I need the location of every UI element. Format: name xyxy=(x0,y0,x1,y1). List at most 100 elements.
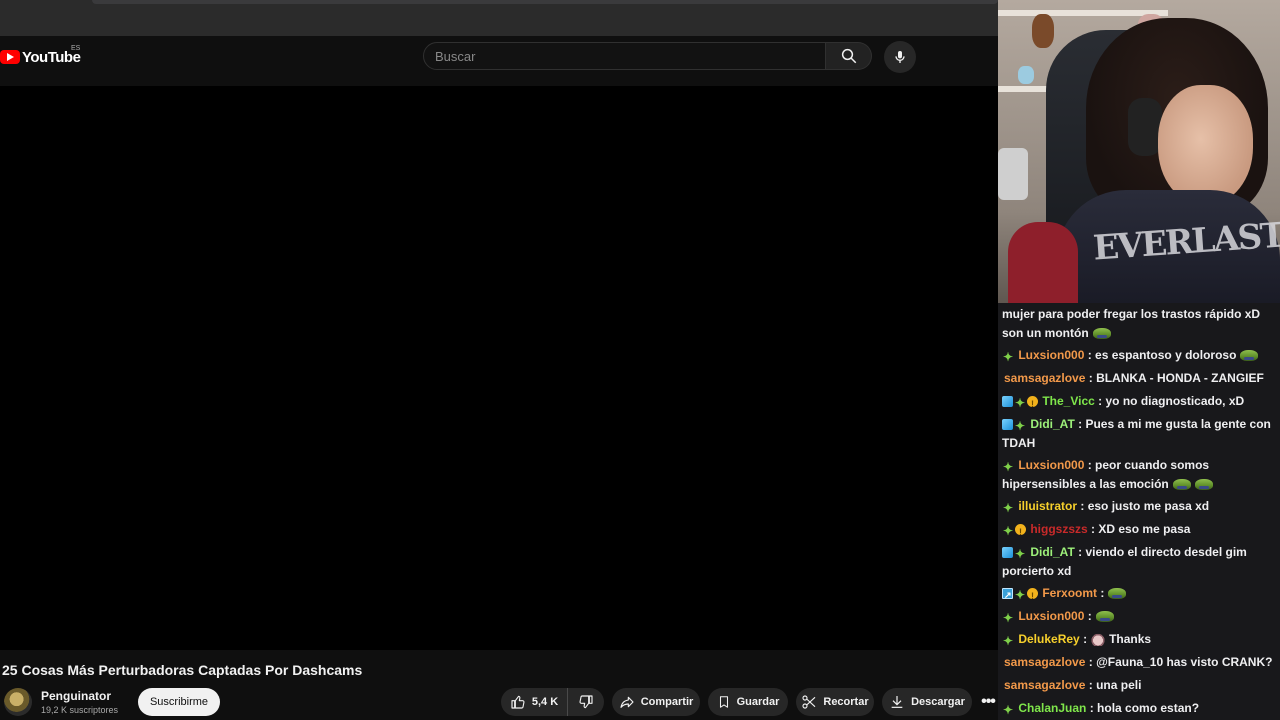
cube-badge-icon xyxy=(1002,419,1013,430)
chat-username[interactable]: samsagazlove xyxy=(1004,371,1085,385)
streamer-face xyxy=(1158,85,1253,205)
star-badge-icon xyxy=(1002,635,1014,647)
chat-username[interactable]: Luxsion000 xyxy=(1018,458,1084,472)
frog-emote-icon xyxy=(1095,611,1114,622)
search-icon xyxy=(841,48,856,64)
chat-username[interactable]: Didi_AT xyxy=(1030,545,1074,559)
coin-badge-icon xyxy=(1015,523,1026,542)
download-icon xyxy=(891,696,903,708)
youtube-play-icon xyxy=(0,50,20,64)
channel-avatar[interactable] xyxy=(4,688,32,716)
cube-badge-icon xyxy=(1002,396,1013,407)
like-count: 5,4 K xyxy=(531,696,559,708)
download-button[interactable]: Descargar xyxy=(882,688,972,716)
chat-username[interactable]: Luxsion000 xyxy=(1018,609,1084,623)
chat-text: : hola como estan? xyxy=(1089,701,1200,715)
chat-message: Luxsion000 : xyxy=(1002,607,1278,626)
chat-username[interactable]: samsagazlove xyxy=(1004,678,1085,692)
search-box xyxy=(423,42,826,70)
chat-message: mujer para poder fregar los trastos rápi… xyxy=(1002,305,1278,343)
star-badge-icon xyxy=(1014,420,1026,432)
share-button[interactable]: Compartir xyxy=(612,688,700,716)
chat-text: : xyxy=(1087,609,1092,623)
star-badge-icon xyxy=(1014,548,1026,560)
arrow-badge-icon xyxy=(1002,586,1013,605)
chat-message: samsagazlove : @Fauna_10 has visto CRANK… xyxy=(1004,653,1280,672)
download-label: Descargar xyxy=(911,696,965,708)
more-actions-button[interactable]: ••• xyxy=(978,688,998,716)
frog-emote-icon xyxy=(1092,328,1111,339)
youtube-header: YouTube ES xyxy=(0,36,998,86)
clip-label: Recortar xyxy=(823,696,869,708)
webcam-feed: EVERLAST xyxy=(998,0,1280,303)
subscribe-button[interactable]: Suscribirme xyxy=(138,688,220,716)
chat-message: Luxsion000 : peor cuando somos hipersens… xyxy=(1002,456,1278,494)
chat-username[interactable]: Ferxoomt xyxy=(1042,586,1097,600)
share-icon xyxy=(620,696,634,708)
chat-username[interactable]: samsagazlove xyxy=(1004,655,1085,669)
subscriber-count: 19,2 K suscriptores xyxy=(41,705,119,715)
chat-message: illuistrator : eso justo me pasa xd xyxy=(1002,497,1278,516)
chat-message: higgszszs : XD eso me pasa xyxy=(1002,520,1278,542)
microphone-arm xyxy=(998,148,1028,200)
figurine xyxy=(1032,14,1054,48)
chat-message: ChalanJuan : hola como estan? xyxy=(1002,699,1278,718)
video-player[interactable] xyxy=(0,86,998,650)
browser-tab-bar xyxy=(92,0,998,4)
hoodie-red-panel xyxy=(1008,222,1078,303)
chat-username[interactable]: Didi_AT xyxy=(1030,417,1074,431)
coin-badge-icon xyxy=(1027,587,1038,606)
chat-text: : eso justo me pasa xd xyxy=(1080,499,1210,513)
frog-emote-icon xyxy=(1172,479,1191,490)
chat-username[interactable]: illuistrator xyxy=(1018,499,1077,513)
chat-text: : BLANKA - HONDA - ZANGIEF xyxy=(1088,371,1264,385)
star-badge-icon xyxy=(1002,351,1014,363)
chat-username[interactable]: Luxsion000 xyxy=(1018,348,1084,362)
chat-text: : una peli xyxy=(1088,678,1142,692)
clip-button[interactable]: Recortar xyxy=(796,688,874,716)
search-button[interactable] xyxy=(826,42,872,70)
channel-name[interactable]: Penguinator xyxy=(41,689,111,703)
chat-panel: mujer para poder fregar los trastos rápi… xyxy=(998,303,1280,720)
coin-badge-icon xyxy=(1027,395,1038,414)
star-badge-icon xyxy=(1002,502,1014,514)
save-button[interactable]: Guardar xyxy=(708,688,788,716)
chat-username[interactable]: ChalanJuan xyxy=(1018,701,1086,715)
chat-text: mujer para poder fregar los trastos rápi… xyxy=(1002,307,1261,340)
star-badge-icon xyxy=(1002,612,1014,624)
chat-message: samsagazlove : una peli xyxy=(1004,676,1280,695)
voice-search-button[interactable] xyxy=(884,41,916,73)
chat-message: samsagazlove : BLANKA - HONDA - ZANGIEF xyxy=(1004,369,1280,388)
thumbs-up-icon xyxy=(511,695,525,709)
search-input[interactable] xyxy=(424,43,825,69)
chat-text: : xyxy=(1100,586,1105,600)
chat-message: Didi_AT : Pues a mi me gusta la gente co… xyxy=(1002,415,1278,453)
chat-text: Thanks xyxy=(1109,632,1152,646)
chat-colon: : xyxy=(1083,632,1088,646)
save-label: Guardar xyxy=(736,696,780,708)
chat-message: Luxsion000 : es espantoso y doloroso xyxy=(1002,346,1278,365)
chat-message: The_Vicc : yo no diagnosticado, xD xyxy=(1002,392,1278,414)
chat-username[interactable]: DelukeRey xyxy=(1018,632,1079,646)
chat-text: : es espantoso y doloroso xyxy=(1087,348,1237,362)
headset xyxy=(1128,98,1162,156)
share-label: Compartir xyxy=(640,696,694,708)
star-badge-icon xyxy=(1002,704,1014,716)
screen: YouTube ES 25 Cosas Más Perturbadoras Ca… xyxy=(0,0,1280,720)
cube-badge-icon xyxy=(1002,547,1013,558)
star-badge-icon xyxy=(1002,525,1014,537)
frog-emote-icon xyxy=(1194,479,1213,490)
chat-username[interactable]: higgszszs xyxy=(1030,522,1087,536)
youtube-logo[interactable]: YouTube ES xyxy=(0,45,81,68)
browser-top-strip xyxy=(0,0,998,36)
microphone-icon xyxy=(895,51,905,63)
dislike-button[interactable] xyxy=(567,688,604,716)
chat-message: DelukeRey : Thanks xyxy=(1002,630,1278,649)
chat-text: : @Fauna_10 has visto CRANK? xyxy=(1088,655,1273,669)
video-title: 25 Cosas Más Perturbadoras Captadas Por … xyxy=(2,662,363,678)
star-badge-icon xyxy=(1014,397,1026,409)
frog-emote-icon xyxy=(1108,588,1127,599)
chat-username[interactable]: The_Vicc xyxy=(1042,394,1094,408)
scissors-icon xyxy=(802,695,816,709)
like-button[interactable]: 5,4 K xyxy=(501,688,567,716)
